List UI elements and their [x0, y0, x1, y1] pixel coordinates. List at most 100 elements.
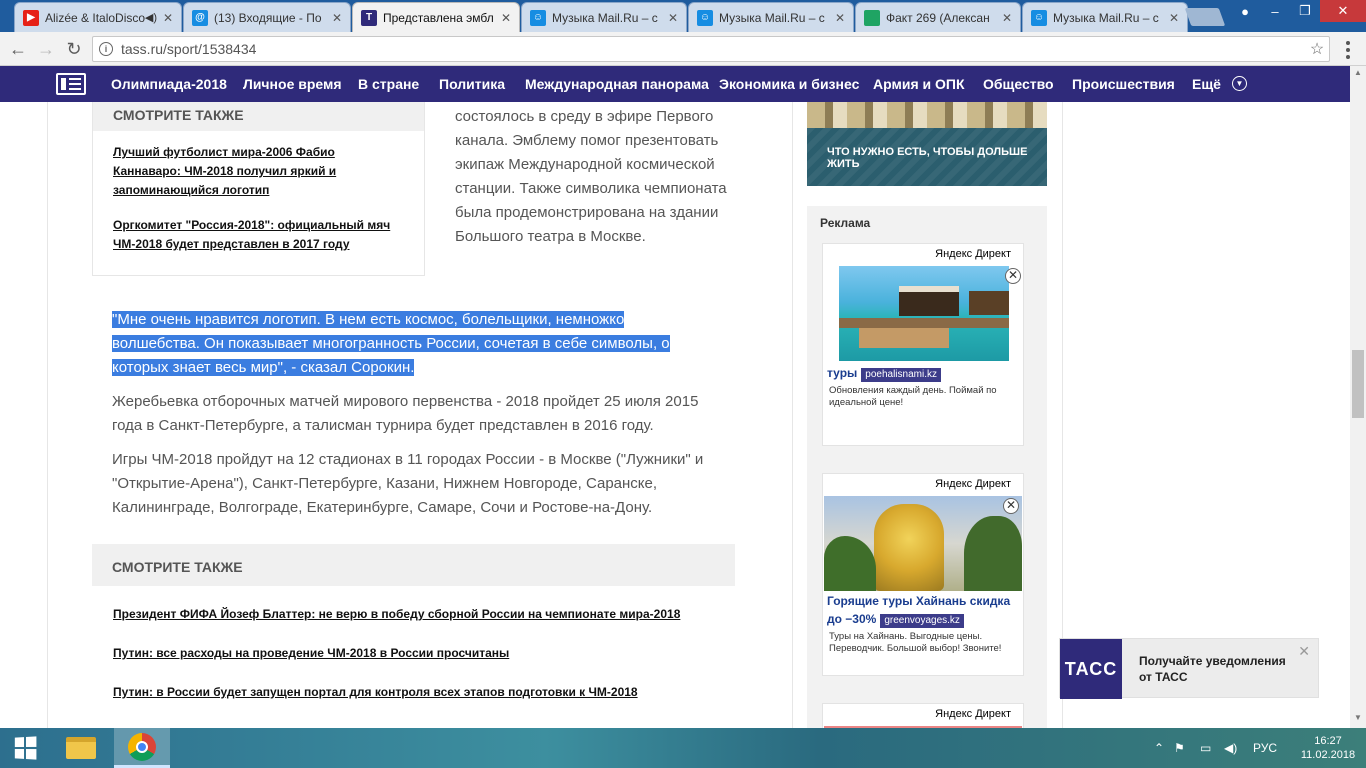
close-tab-icon[interactable]: ✕ [499, 11, 513, 25]
see-also-heading: СМОТРИТЕ ТАКЖЕ [92, 544, 735, 586]
tab-2[interactable]: T Представлена эмбл ✕ [352, 2, 520, 32]
push-notification-prompt[interactable]: ТАСС Получайте уведомления от ТАСС ✕ [1059, 638, 1319, 699]
divider [1062, 102, 1063, 728]
address-bar[interactable]: i tass.ru/sport/1538434 ☆ [92, 36, 1330, 62]
nav-item-politics[interactable]: Политика [439, 66, 505, 102]
article-page: СМОТРИТЕ ТАКЖЕ Лучший футболист мира-200… [0, 102, 1350, 728]
close-tab-icon[interactable]: ✕ [1000, 11, 1014, 25]
new-tab-button[interactable] [1184, 8, 1226, 26]
selected-text: "Мне очень нравится логотип. В нем есть … [112, 311, 670, 376]
site-navigation: Олимпиада-2018 Личное время В стране Пол… [0, 66, 1350, 102]
windows-taskbar: ⌃ ⚑ ▭ ◀) РУС 16:27 11.02.2018 [0, 728, 1366, 768]
tab-title: Музыка Mail.Ru – с [552, 10, 658, 25]
forward-arrow-icon[interactable]: → [34, 37, 58, 61]
divider [792, 102, 793, 728]
tab-5[interactable]: Факт 269 (Алексан ✕ [855, 2, 1021, 32]
clock-time: 16:27 [1314, 735, 1342, 747]
tass-menu-icon[interactable] [56, 73, 86, 95]
ad-title[interactable]: Горящие туры Хайнань скидка до −30% green… [827, 592, 1023, 628]
start-button[interactable] [0, 728, 50, 768]
url-text[interactable]: tass.ru/sport/1538434 [121, 41, 1305, 57]
info-icon[interactable]: i [99, 42, 113, 56]
tab-title: Музыка Mail.Ru – с [1053, 10, 1159, 25]
chrome-taskbar-button[interactable] [114, 728, 170, 768]
nav-item-society[interactable]: Общество [983, 66, 1054, 102]
see-also-link[interactable]: Президент ФИФА Йозеф Блаттер: не верю в … [113, 605, 680, 624]
maximize-button[interactable]: ❐ [1290, 0, 1320, 22]
promo-title[interactable]: ЧТО НУЖНО ЕСТЬ, ЧТОБЫ ДОЛЬШЕ ЖИТЬ [827, 146, 1037, 170]
close-tab-icon[interactable]: ✕ [1167, 11, 1181, 25]
close-ad-icon[interactable]: ✕ [1005, 268, 1021, 284]
ad-card[interactable]: Яндекс Директ [822, 703, 1024, 728]
tab-title: Alizée & ItaloDisco [45, 10, 145, 25]
nav-item-more[interactable]: Ещё [1192, 66, 1221, 102]
ad-image-resort [839, 266, 1009, 361]
browser-tab-strip: ▶ Alizée & ItaloDisco ◀) ✕ @ (13) Входящ… [0, 0, 1366, 32]
close-tab-icon[interactable]: ✕ [161, 11, 175, 25]
ad-domain[interactable]: poehalisnami.kz [861, 368, 941, 382]
file-explorer-button[interactable] [53, 728, 109, 768]
tab-title: (13) Входящие - По [214, 10, 322, 25]
scrollbar-thumb[interactable] [1352, 350, 1364, 418]
back-arrow-icon[interactable]: ← [6, 37, 30, 61]
nav-item-world[interactable]: Международная панорама [525, 66, 709, 102]
tab-title: Представлена эмбл [383, 10, 494, 25]
divider [47, 102, 48, 728]
ad-provider: Яндекс Директ [935, 708, 1011, 720]
article-quote-selected: "Мне очень нравится логотип. В нем есть … [112, 308, 712, 380]
minimize-button[interactable]: – [1260, 0, 1290, 22]
notification-text[interactable]: Получайте уведомления от ТАСС [1139, 653, 1299, 685]
clock[interactable]: 16:27 11.02.2018 [1300, 734, 1356, 762]
speaker-icon[interactable]: ◀) [145, 11, 157, 24]
ad-card[interactable]: Яндекс Директ ✕ туры poehalisnami.kz Обно… [822, 243, 1024, 446]
flag-icon[interactable]: ⚑ [1174, 728, 1185, 768]
see-also-link[interactable]: Оргкомитет "Россия-2018": официальный мя… [113, 216, 403, 254]
ad-card[interactable]: Яндекс Директ ✕ Горящие туры Хайнань ски… [822, 473, 1024, 676]
reload-icon[interactable]: ↻ [62, 37, 86, 61]
nav-item-army[interactable]: Армия и ОПК [873, 66, 965, 102]
clock-date: 11.02.2018 [1300, 749, 1356, 761]
language-indicator[interactable]: РУС [1253, 728, 1277, 768]
see-also-link[interactable]: Путин: в России будет запущен портал для… [113, 683, 638, 702]
close-tab-icon[interactable]: ✕ [833, 11, 847, 25]
close-tab-icon[interactable]: ✕ [666, 11, 680, 25]
volume-icon[interactable]: ◀) [1224, 728, 1237, 768]
tab-1[interactable]: @ (13) Входящие - По ✕ [183, 2, 351, 32]
ad-image-temple [824, 496, 1022, 591]
nav-item-olympics[interactable]: Олимпиада-2018 [111, 66, 227, 102]
mailru-music-icon: ☺ [697, 9, 713, 26]
ad-provider: Яндекс Директ [935, 478, 1011, 490]
scroll-up-icon[interactable]: ▲ [1350, 68, 1366, 82]
tab-3[interactable]: ☺ Музыка Mail.Ru – с ✕ [521, 2, 687, 32]
ad-text: Туры на Хайнань. Выгодные цены. Переводч… [829, 631, 1002, 654]
see-also-link[interactable]: Путин: все расходы на проведение ЧМ-2018… [113, 644, 509, 663]
article-paragraph: состоялось в среду в эфире Первого канал… [455, 108, 727, 245]
show-hidden-icons[interactable]: ⌃ [1154, 728, 1164, 768]
nav-item-country[interactable]: В стране [358, 66, 419, 102]
scroll-down-icon[interactable]: ▼ [1350, 713, 1366, 727]
ad-title-text[interactable]: туры [827, 366, 857, 380]
tab-0[interactable]: ▶ Alizée & ItaloDisco ◀) ✕ [14, 2, 182, 32]
see-also-link[interactable]: Лучший футболист мира-2006 Фабио Каннава… [113, 143, 383, 200]
menu-dots-icon[interactable] [1338, 41, 1358, 59]
close-window-button[interactable]: ✕ [1320, 0, 1366, 22]
close-tab-icon[interactable]: ✕ [330, 11, 344, 25]
ad-domain[interactable]: greenvoyages.kz [880, 614, 964, 628]
chevron-down-icon[interactable]: ▼ [1232, 76, 1247, 91]
nav-item-incidents[interactable]: Происшествия [1072, 66, 1175, 102]
bookmark-star-icon[interactable]: ☆ [1305, 39, 1329, 59]
promo-image [807, 102, 1047, 128]
ad-title[interactable]: туры poehalisnami.kz [827, 364, 941, 382]
user-icon[interactable]: ● [1230, 0, 1260, 22]
tab-4[interactable]: ☺ Музыка Mail.Ru – с ✕ [688, 2, 854, 32]
promo-card[interactable]: ЧТО НУЖНО ЕСТЬ, ЧТОБЫ ДОЛЬШЕ ЖИТЬ [807, 102, 1047, 186]
ad-label: Реклама [820, 216, 871, 230]
tab-6[interactable]: ☺ Музыка Mail.Ru – с ✕ [1022, 2, 1188, 32]
mail-at-icon: @ [192, 9, 208, 26]
close-ad-icon[interactable]: ✕ [1003, 498, 1019, 514]
youtube-icon: ▶ [23, 9, 39, 26]
nav-item-personal-time[interactable]: Личное время [243, 66, 342, 102]
network-icon[interactable]: ▭ [1200, 728, 1211, 768]
close-icon[interactable]: ✕ [1298, 643, 1310, 660]
nav-item-economy[interactable]: Экономика и бизнес [719, 66, 859, 102]
